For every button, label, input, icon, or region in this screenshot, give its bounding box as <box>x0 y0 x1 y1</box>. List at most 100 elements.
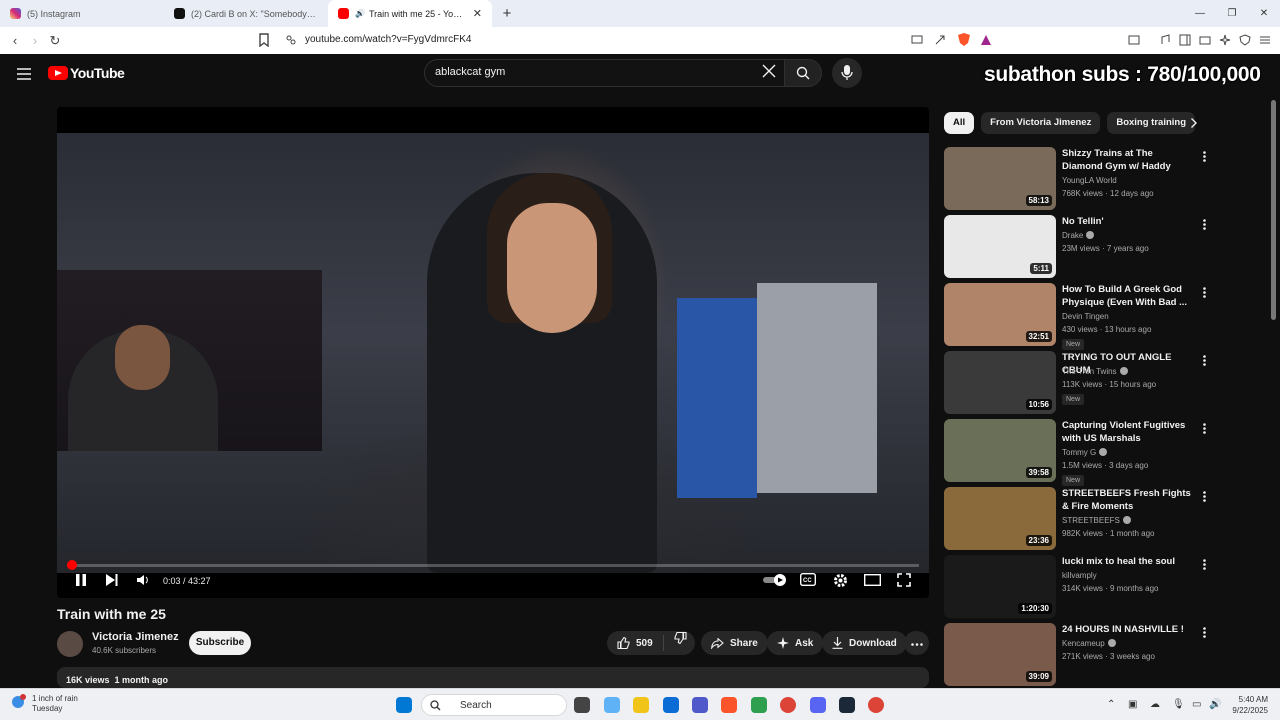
chevron-up-icon[interactable]: ⌃ <box>1107 699 1115 710</box>
recommendation-item[interactable]: 39:09 24 HOURS IN NASHVILLE ! Kencameup 271… <box>944 623 1224 687</box>
network-icon[interactable]: ▭ <box>1192 699 1201 710</box>
task-view-icon[interactable] <box>574 697 590 713</box>
voice-search-button[interactable] <box>832 58 862 88</box>
recommendation-item[interactable]: 39:58 Capturing Violent Fugitives with US… <box>944 419 1224 486</box>
recommendation-title[interactable]: 24 HOURS IN NASHVILLE ! <box>1062 623 1192 636</box>
recommendation-title[interactable]: Capturing Violent Fugitives with US Mars… <box>1062 419 1192 445</box>
tab-search-icon[interactable] <box>1128 33 1142 47</box>
close-window-button[interactable]: ✕ <box>1248 0 1280 27</box>
more-vertical-icon[interactable] <box>1203 421 1206 439</box>
leo-ai-icon[interactable] <box>1219 33 1233 47</box>
discord-icon[interactable] <box>810 697 826 713</box>
taskbar-search[interactable]: Search <box>421 694 567 716</box>
description-box[interactable]: 16K views 1 month ago <box>57 667 929 688</box>
vpn-icon[interactable] <box>1239 33 1253 47</box>
windows-start-icon[interactable] <box>396 697 412 713</box>
channel-name[interactable]: Victoria Jimenez <box>92 631 179 643</box>
file-explorer-icon[interactable] <box>633 697 649 713</box>
settings-gear-icon[interactable] <box>833 573 848 593</box>
recommendation-item[interactable]: 5:11 No Tellin' Drake 23M views · 7 years a… <box>944 215 1224 279</box>
channel-avatar[interactable] <box>57 631 83 657</box>
like-button[interactable]: 509 <box>607 635 664 651</box>
recommendation-title[interactable]: Shizzy Trains at The Diamond Gym w/ Hadd… <box>1062 147 1192 174</box>
new-tab-button[interactable]: + <box>496 5 518 22</box>
recommendation-item[interactable]: 23:36 STREETBEEFS Fresh Fights & Fire Mom… <box>944 487 1224 551</box>
search-input[interactable] <box>435 66 735 78</box>
share-icon[interactable] <box>934 33 948 47</box>
app-icon[interactable] <box>751 697 767 713</box>
video-player[interactable]: 0:03 / 43:27 CC <box>57 107 929 598</box>
recommendation-item[interactable]: 32:51 How To Build A Greek God Physique (… <box>944 283 1224 350</box>
video-thumbnail[interactable]: 32:51 <box>944 283 1056 346</box>
menu-icon[interactable] <box>1259 33 1273 47</box>
video-thumbnail[interactable]: 58:13 <box>944 147 1056 210</box>
chrome-profile-icon[interactable] <box>868 697 884 713</box>
bookmark-icon[interactable] <box>258 33 272 48</box>
share-button[interactable]: Share <box>701 631 768 655</box>
volume-tray-icon[interactable]: 🔊 <box>1209 699 1221 710</box>
reload-icon[interactable]: ↻ <box>45 33 65 49</box>
subscribe-button[interactable]: Subscribe <box>189 631 251 655</box>
teams-icon[interactable] <box>692 697 708 713</box>
brave-icon[interactable] <box>721 697 737 713</box>
recommendation-title[interactable]: lucki mix to heal the soul <box>1062 555 1192 568</box>
more-vertical-icon[interactable] <box>1203 285 1206 303</box>
tab-x[interactable]: (2) Cardi B on X: "Somebody get her <box>164 0 328 27</box>
search-button[interactable] <box>784 59 822 87</box>
chip-all[interactable]: All <box>944 112 975 134</box>
recommendation-channel[interactable]: Kencameup <box>1062 639 1116 648</box>
chip-boxing-training[interactable]: Boxing training <box>1107 112 1196 134</box>
recommendation-channel[interactable]: killvamply <box>1062 571 1097 580</box>
close-tab-icon[interactable]: ✕ <box>473 7 482 20</box>
cast-icon[interactable] <box>911 33 925 47</box>
page-scrollbar[interactable] <box>1271 100 1276 320</box>
progress-bar[interactable] <box>67 560 919 570</box>
recommendation-channel[interactable]: STREETBEEFS <box>1062 516 1131 525</box>
media-icon[interactable] <box>1159 33 1173 47</box>
next-icon[interactable] <box>105 573 119 592</box>
recommendation-title[interactable]: How To Build A Greek God Physique (Even … <box>1062 283 1192 309</box>
recommendation-channel[interactable]: Devin Tingen <box>1062 312 1109 321</box>
onedrive-icon[interactable]: ☁ <box>1150 699 1160 710</box>
weather-widget[interactable]: 1 inch of rain Tuesday <box>10 694 78 715</box>
download-button[interactable]: Download <box>822 631 907 655</box>
minimize-button[interactable]: — <box>1184 0 1216 27</box>
wallet-icon[interactable] <box>1199 33 1213 47</box>
mic-tray-icon[interactable]: 🎙 <box>1172 699 1185 710</box>
ask-button[interactable]: Ask <box>767 631 824 655</box>
recommendation-title[interactable]: STREETBEEFS Fresh Fights & Fire Moments <box>1062 487 1192 513</box>
tray-app-icon[interactable]: ▣ <box>1128 699 1137 710</box>
captions-icon[interactable]: CC <box>799 572 817 591</box>
sidebar-icon[interactable] <box>1179 33 1193 47</box>
restore-button[interactable]: ❐ <box>1216 0 1248 27</box>
recommendation-item[interactable]: 10:56 TRYING TO OUT ANGLE CBUM The Tren Tw… <box>944 351 1224 415</box>
recommendation-channel[interactable]: Tommy G <box>1062 448 1108 457</box>
more-vertical-icon[interactable] <box>1203 557 1206 575</box>
more-actions-button[interactable] <box>904 631 929 655</box>
video-thumbnail[interactable]: 23:36 <box>944 487 1056 550</box>
more-vertical-icon[interactable] <box>1203 489 1206 507</box>
recommendation-title[interactable]: No Tellin' <box>1062 215 1192 228</box>
more-vertical-icon[interactable] <box>1203 625 1206 643</box>
more-vertical-icon[interactable] <box>1203 149 1206 167</box>
chevron-right-icon[interactable] <box>1190 116 1198 134</box>
speaker-icon[interactable]: 🔊 <box>355 9 365 18</box>
progress-knob[interactable] <box>67 560 78 570</box>
recommendation-item[interactable]: 58:13 Shizzy Trains at The Diamond Gym w/… <box>944 147 1224 211</box>
fullscreen-icon[interactable] <box>897 573 911 592</box>
clock[interactable]: 5:40 AM 9/22/2025 <box>1232 694 1268 716</box>
chip-from-channel[interactable]: From Victoria Jimenez <box>981 112 1101 134</box>
brave-rewards-icon[interactable] <box>980 33 994 47</box>
video-thumbnail[interactable]: 39:09 <box>944 623 1056 686</box>
back-icon[interactable]: ‹ <box>5 33 25 48</box>
url-text[interactable]: youtube.com/watch?v=FygVdmrcFK4 <box>305 34 471 45</box>
forward-icon[interactable]: › <box>25 33 45 48</box>
youtube-logo[interactable]: YouTube <box>48 65 125 81</box>
autoplay-toggle-icon[interactable] <box>763 573 787 592</box>
tab-instagram[interactable]: (5) Instagram <box>0 0 164 27</box>
volume-icon[interactable] <box>136 573 150 592</box>
brave-shields-icon[interactable] <box>958 33 972 47</box>
video-thumbnail[interactable]: 5:11 <box>944 215 1056 278</box>
recommendation-channel[interactable]: The Tren Twins <box>1062 367 1128 376</box>
recommendation-item[interactable]: 1:20:30 lucki mix to heal the soul killvam… <box>944 555 1224 619</box>
